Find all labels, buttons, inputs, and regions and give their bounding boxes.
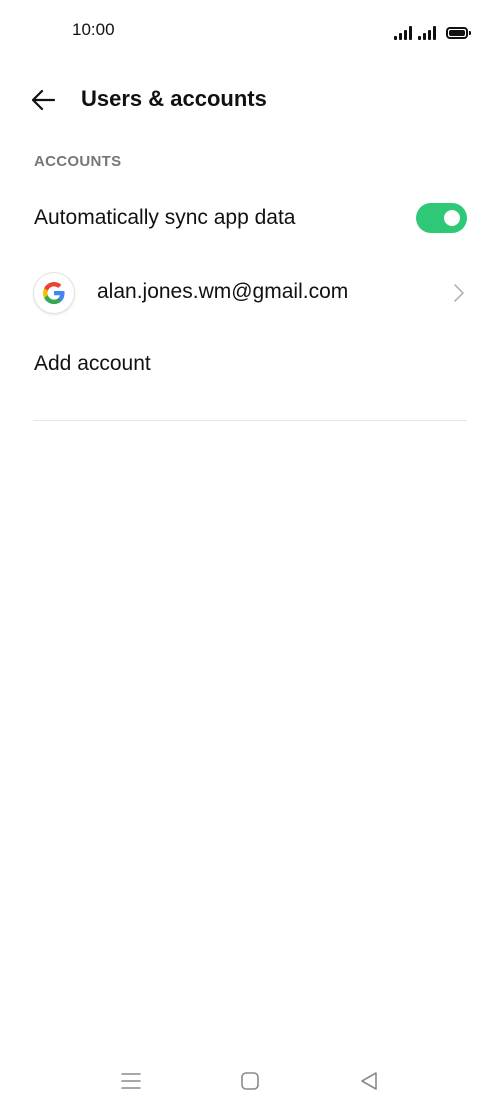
add-account-label: Add account [34, 352, 151, 375]
google-icon [43, 282, 65, 304]
chevron-right-icon [454, 284, 464, 302]
menu-icon [121, 1073, 141, 1089]
google-account-row[interactable]: alan.jones.wm@gmail.com [0, 262, 500, 326]
signal-icon [394, 26, 412, 40]
auto-sync-toggle[interactable] [416, 203, 467, 233]
avatar [34, 273, 74, 313]
account-email: alan.jones.wm@gmail.com [97, 280, 349, 303]
section-header-accounts: ACCOUNTS [34, 153, 122, 170]
navigation-bar [0, 1050, 500, 1111]
auto-sync-label: Automatically sync app data [34, 206, 296, 229]
auto-sync-row[interactable]: Automatically sync app data [0, 190, 500, 250]
nav-menu-button[interactable] [116, 1068, 146, 1094]
signal-icon [418, 26, 436, 40]
back-icon [361, 1072, 377, 1090]
header: Users & accounts [0, 76, 500, 124]
nav-back-button[interactable] [354, 1068, 384, 1094]
arrow-left-icon [31, 89, 56, 111]
status-time: 10:00 [72, 20, 115, 39]
home-icon [241, 1072, 259, 1090]
divider [33, 420, 467, 421]
page-title: Users & accounts [81, 86, 267, 111]
status-icons [394, 22, 471, 40]
back-button[interactable] [26, 84, 62, 116]
nav-home-button[interactable] [235, 1068, 265, 1094]
status-bar: 10:00 [0, 0, 500, 64]
add-account-row[interactable]: Add account [0, 336, 500, 396]
battery-icon [446, 27, 471, 39]
toggle-knob [444, 210, 460, 226]
